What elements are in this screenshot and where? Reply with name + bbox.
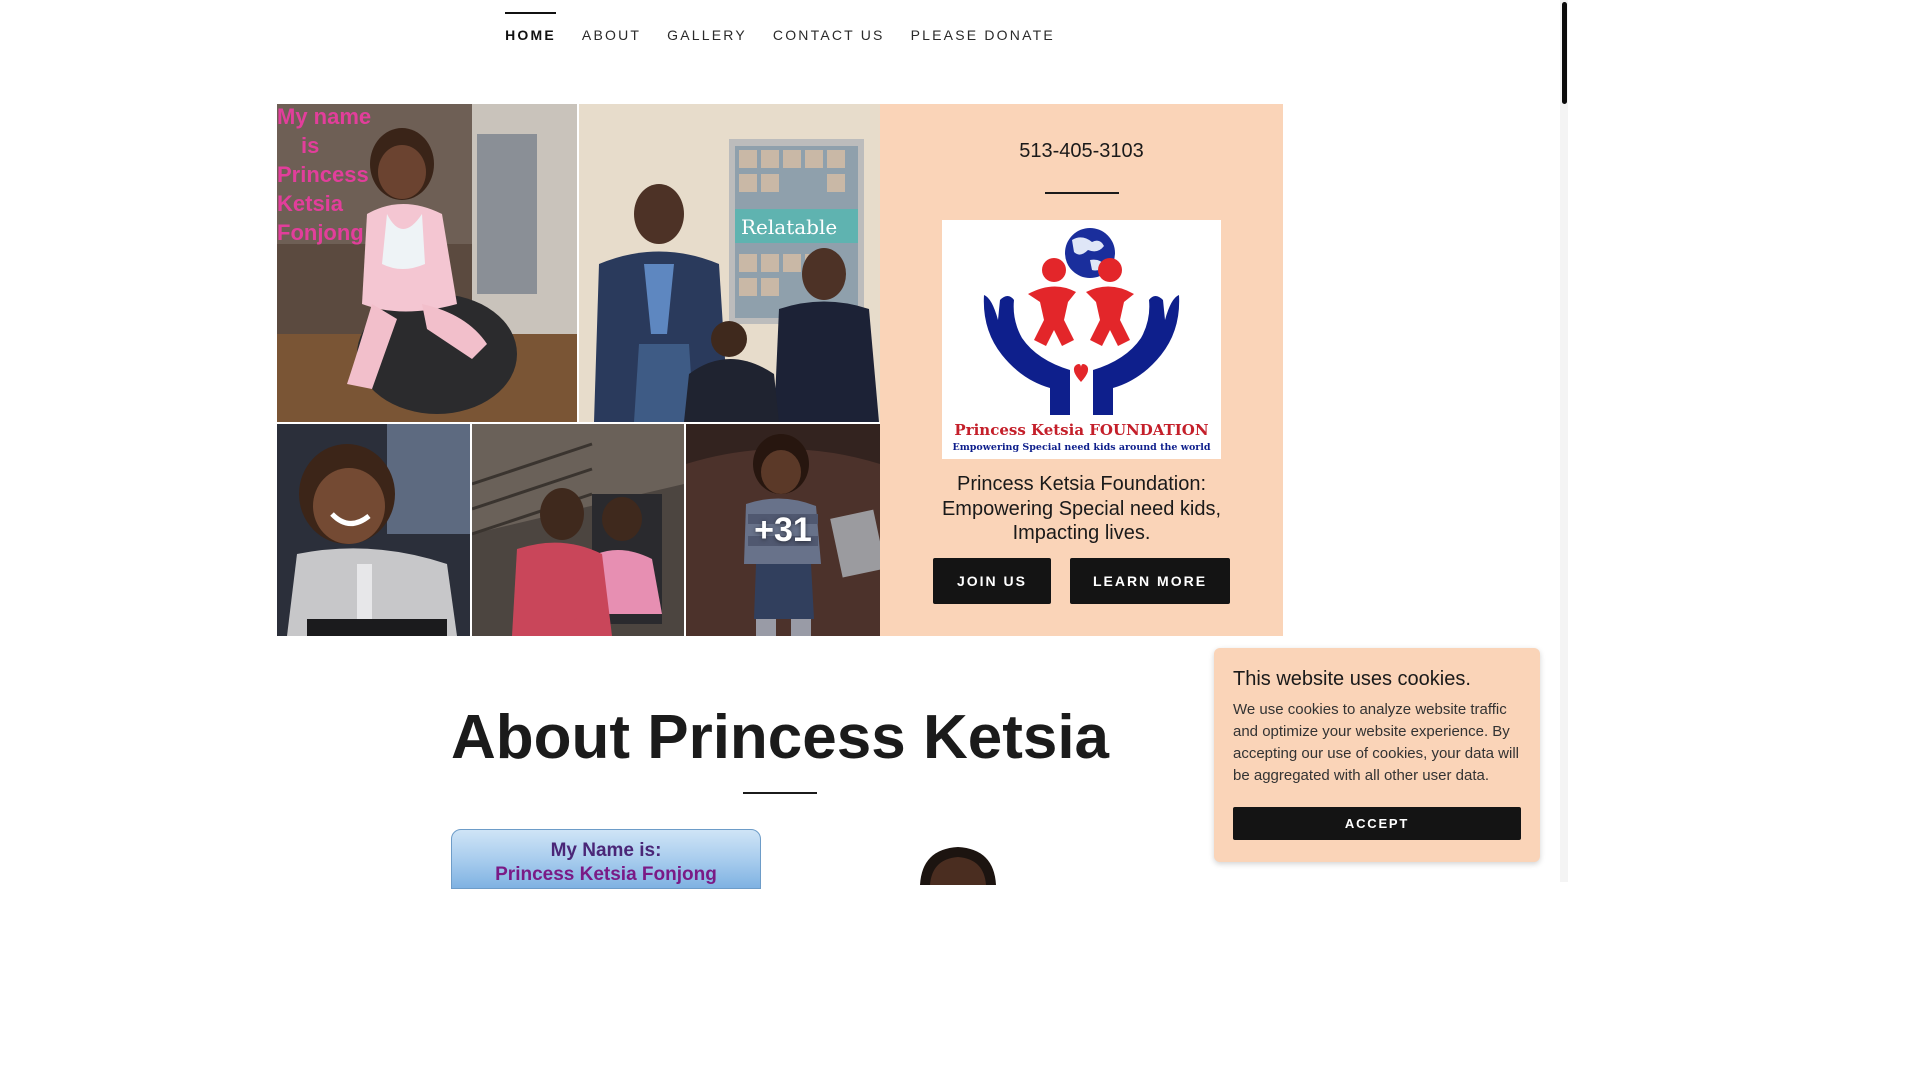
photo-mother-and-daughter (472, 424, 684, 636)
scrollbar-thumb[interactable] (1562, 2, 1567, 104)
nav-please-donate[interactable]: PLEASE DONATE (911, 12, 1055, 49)
gallery-photo-1[interactable]: My name is Princess Ketsia Fonjong (277, 104, 577, 422)
page-scrollbar[interactable] (1560, 0, 1568, 882)
more-photos-count[interactable]: +31 (686, 424, 880, 636)
photo-gallery: My name is Princess Ketsia Fonjong Relat… (277, 104, 880, 636)
gallery-photo-2[interactable]: Relatable (579, 104, 880, 422)
cookie-title: This website uses cookies. (1233, 668, 1471, 690)
overlay-text-line3: Princess (277, 162, 369, 187)
name-card-line1: My Name is: (550, 840, 662, 861)
gallery-photo-3[interactable] (277, 424, 470, 636)
logo-name: Princess Ketsia FOUNDATION (954, 421, 1208, 439)
poster-text: Relatable (741, 215, 837, 239)
gallery-photo-4[interactable] (472, 424, 684, 636)
phone-number[interactable]: 513-405-3103 (880, 140, 1283, 163)
hero-info-panel: 513-405-3103 Princess Ketsia FOUNDATION (880, 104, 1283, 636)
name-card-image: My Name is: Princess Ketsia Fonjong (451, 829, 761, 889)
cookie-text: We use cookies to analyze website traffi… (1233, 701, 1519, 784)
name-card-line2: Princess Ketsia Fonjong (495, 864, 717, 885)
join-us-button[interactable]: JOIN US (933, 558, 1051, 604)
overlay-text-line2: is (301, 133, 319, 158)
overlay-text-line5: Fonjong (277, 220, 364, 245)
nav-home[interactable]: HOME (505, 12, 556, 49)
logo-graphic: Princess Ketsia FOUNDATION Empowering Sp… (942, 220, 1221, 459)
logo-slogan: Empowering Special need kids around the … (952, 442, 1210, 453)
photo-girl-in-pink: My name is Princess Ketsia Fonjong (277, 104, 577, 422)
nav-contact-us[interactable]: CONTACT US (773, 12, 885, 49)
portrait-photo (918, 845, 998, 885)
accept-cookies-button[interactable]: ACCEPT (1233, 807, 1521, 840)
about-divider (743, 792, 817, 794)
photo-girl-grey-hoodie (277, 424, 470, 636)
nav-gallery[interactable]: GALLERY (667, 12, 747, 49)
divider (1045, 192, 1119, 194)
nav-about[interactable]: ABOUT (582, 12, 641, 49)
overlay-text-line1: My name (277, 104, 371, 129)
foundation-logo: Princess Ketsia FOUNDATION Empowering Sp… (942, 220, 1221, 459)
cookie-banner: This website uses cookies. We use cookie… (1214, 648, 1540, 862)
overlay-text-line4: Ketsia (277, 191, 344, 216)
main-nav: HOME ABOUT GALLERY CONTACT US PLEASE DON… (0, 12, 1560, 49)
photo-family-with-poster: Relatable (579, 104, 880, 422)
learn-more-button[interactable]: LEARN MORE (1070, 558, 1230, 604)
hero-tagline: Princess Ketsia Foundation: Empowering S… (941, 473, 1222, 544)
hero-section: My name is Princess Ketsia Fonjong Relat… (277, 104, 1283, 636)
gallery-photo-5-more[interactable]: +31 (686, 424, 880, 636)
